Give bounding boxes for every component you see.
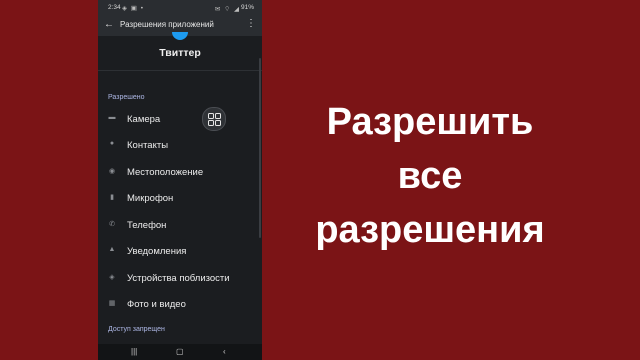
phone-screen: 2:34 ◈ ▣ • ✉ ⌔ ◢ 91% ← Разрешения прилож… <box>98 0 262 360</box>
page-title: Разрешения приложений <box>120 20 214 29</box>
headline-line-1: Разрешить все <box>326 101 534 197</box>
microphone-icon: ▮ <box>110 194 114 201</box>
permission-item-phone[interactable]: ✆ Телефон <box>98 215 262 235</box>
floating-grid-icon[interactable] <box>202 107 226 131</box>
contacts-icon: ● <box>109 140 115 147</box>
signal-icons: ✉ ⌔ ◢ <box>214 6 240 13</box>
home-icon[interactable]: ▢ <box>176 347 184 356</box>
bell-icon: ▲ <box>108 246 116 253</box>
permission-item-contacts[interactable]: ● Контакты <box>98 135 262 155</box>
permission-item-location[interactable]: ◉ Местоположение <box>98 162 262 182</box>
location-icon: ◉ <box>108 168 116 175</box>
notification-icons: ◈ ▣ • <box>122 5 145 12</box>
system-nav-bar: ||| ▢ ‹ <box>98 344 262 360</box>
recent-apps-icon[interactable]: ||| <box>131 347 137 356</box>
permission-label: Камера <box>127 114 161 125</box>
permission-item-camera[interactable]: ▬ Камера <box>98 109 262 129</box>
battery-level: 91% <box>240 4 254 11</box>
permission-label: Фото и видео <box>127 299 186 310</box>
permission-item-nearby-devices[interactable]: ◈ Устройства поблизости <box>98 268 262 288</box>
permission-label: Уведомления <box>127 246 187 257</box>
app-name: Твиттер <box>159 47 201 59</box>
phone-icon: ✆ <box>109 221 115 228</box>
permission-label: Контакты <box>127 140 169 151</box>
denied-section-label: Доступ запрещен <box>108 326 165 333</box>
status-bar: 2:34 ◈ ▣ • ✉ ⌔ ◢ 91% <box>98 0 262 14</box>
divider <box>98 70 262 71</box>
permission-label: Микрофон <box>127 193 174 204</box>
permission-label: Устройства поблизости <box>127 273 230 284</box>
allowed-section-label: Разрешено <box>108 94 145 101</box>
nearby-devices-icon: ◈ <box>109 274 115 281</box>
back-nav-icon[interactable]: ‹ <box>223 347 226 356</box>
status-time: 2:34 <box>108 4 121 11</box>
arrow-left-icon[interactable]: ← <box>104 19 114 30</box>
scrollbar[interactable] <box>259 58 261 238</box>
twitter-app-icon <box>172 32 188 40</box>
photos-icon: ▦ <box>108 300 116 307</box>
headline: Разрешить все разрешения <box>300 95 560 257</box>
headline-line-2: разрешения <box>315 209 545 251</box>
camera-icon: ▬ <box>108 114 116 121</box>
permission-label: Местоположение <box>127 167 204 178</box>
permission-item-photos[interactable]: ▦ Фото и видео <box>98 294 262 314</box>
permission-item-notifications[interactable]: ▲ Уведомления <box>98 241 262 261</box>
permission-item-microphone[interactable]: ▮ Микрофон <box>98 188 262 208</box>
permission-label: Телефон <box>127 220 167 231</box>
more-vertical-icon[interactable]: ⋮ <box>246 18 256 29</box>
